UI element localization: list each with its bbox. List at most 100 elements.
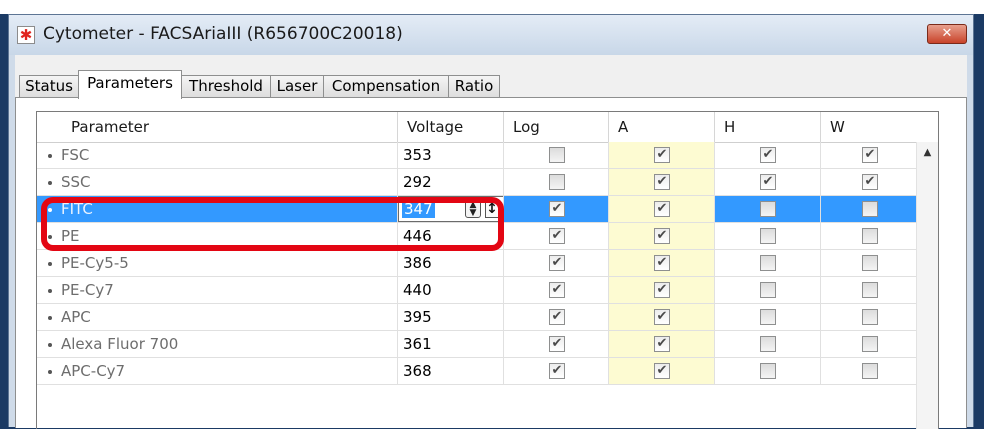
a-checkbox[interactable]	[654, 363, 670, 379]
h-checkbox[interactable]	[760, 255, 776, 271]
voltage-cell[interactable]: 353	[397, 142, 503, 168]
w-checkbox[interactable]	[862, 309, 878, 325]
w-checkbox[interactable]	[862, 363, 878, 379]
row-bullet-icon	[48, 289, 52, 293]
voltage-value: 292	[403, 173, 432, 191]
a-cell	[608, 250, 714, 276]
h-checkbox[interactable]	[760, 147, 776, 163]
log-checkbox[interactable]	[549, 309, 565, 325]
tab-ratio[interactable]: Ratio	[448, 75, 500, 98]
row-bullet-icon	[48, 208, 52, 212]
h-checkbox[interactable]	[760, 282, 776, 298]
close-button[interactable]: ✕	[927, 24, 967, 44]
voltage-cell[interactable]: 395	[397, 304, 503, 330]
cytometer-window: ✱ Cytometer - FACSAriaIII (R656700C20018…	[8, 14, 974, 429]
w-checkbox[interactable]	[862, 255, 878, 271]
table-row[interactable]: PE-Cy5-5 386	[37, 250, 938, 277]
parameter-name: PE-Cy7	[61, 281, 114, 299]
w-checkbox[interactable]	[862, 228, 878, 244]
table-row[interactable]: FITC 347 ▲ ▼ ↕	[37, 196, 938, 223]
column-header-log[interactable]: Log	[503, 112, 608, 142]
parameter-cell: APC-Cy7	[37, 358, 397, 384]
voltage-cell[interactable]: 292	[397, 169, 503, 195]
table-row[interactable]: PE 446	[37, 223, 938, 250]
voltage-cell[interactable]: 347 ▲ ▼ ↕	[397, 196, 504, 222]
parameters-panel: Parameter Voltage Log A H W FSC 353 SSC 292…	[15, 97, 967, 429]
log-checkbox[interactable]	[549, 147, 565, 163]
a-checkbox[interactable]	[654, 147, 670, 163]
h-cell	[714, 304, 820, 330]
parameter-name: APC	[61, 308, 91, 326]
parameter-cell: APC	[37, 304, 397, 330]
w-cell	[820, 331, 918, 357]
a-checkbox[interactable]	[654, 201, 670, 217]
voltage-value: 440	[403, 281, 432, 299]
a-checkbox[interactable]	[654, 282, 670, 298]
w-checkbox[interactable]	[862, 147, 878, 163]
h-checkbox[interactable]	[760, 363, 776, 379]
log-checkbox[interactable]	[549, 336, 565, 352]
table-row[interactable]: PE-Cy7 440	[37, 277, 938, 304]
table-row[interactable]: Alexa Fluor 700 361	[37, 331, 938, 358]
h-checkbox[interactable]	[760, 174, 776, 190]
spinner-arrows-icon[interactable]: ▲ ▼	[465, 200, 481, 218]
w-cell	[820, 304, 918, 330]
w-checkbox[interactable]	[862, 282, 878, 298]
a-cell	[608, 277, 714, 303]
vertical-scrollbar[interactable]: ▲	[916, 142, 938, 429]
h-checkbox[interactable]	[760, 336, 776, 352]
voltage-editor-input[interactable]: 347 ▲ ▼ ↕	[398, 196, 504, 222]
voltage-editor-value[interactable]: 347	[402, 200, 435, 218]
w-cell	[820, 169, 918, 195]
tab-parameters[interactable]: Parameters	[78, 70, 182, 99]
log-checkbox[interactable]	[549, 363, 565, 379]
tab-status[interactable]: Status	[19, 75, 79, 98]
a-checkbox[interactable]	[654, 174, 670, 190]
w-cell	[820, 358, 918, 384]
parameter-cell: PE-Cy5-5	[37, 250, 397, 276]
h-checkbox[interactable]	[760, 309, 776, 325]
a-checkbox[interactable]	[654, 336, 670, 352]
log-cell	[503, 196, 608, 222]
h-checkbox[interactable]	[760, 201, 776, 217]
a-cell	[608, 331, 714, 357]
table-row[interactable]: SSC 292	[37, 169, 938, 196]
parameters-grid: Parameter Voltage Log A H W FSC 353 SSC 292…	[36, 111, 939, 429]
table-row[interactable]: FSC 353	[37, 142, 938, 169]
title-bar[interactable]: ✱ Cytometer - FACSAriaIII (R656700C20018…	[9, 15, 973, 55]
w-checkbox[interactable]	[862, 336, 878, 352]
parameter-cell: PE-Cy7	[37, 277, 397, 303]
log-checkbox[interactable]	[549, 228, 565, 244]
voltage-cell[interactable]: 368	[397, 358, 503, 384]
grid-header: Parameter Voltage Log A H W	[37, 112, 938, 143]
table-row[interactable]: APC-Cy7 368	[37, 358, 938, 385]
w-checkbox[interactable]	[862, 201, 878, 217]
log-checkbox[interactable]	[549, 201, 565, 217]
voltage-cell[interactable]: 446	[397, 223, 503, 249]
voltage-cell[interactable]: 361	[397, 331, 503, 357]
log-cell	[503, 304, 608, 330]
log-checkbox[interactable]	[549, 174, 565, 190]
column-header-w[interactable]: W	[820, 112, 918, 142]
a-checkbox[interactable]	[654, 255, 670, 271]
log-checkbox[interactable]	[549, 255, 565, 271]
h-checkbox[interactable]	[760, 228, 776, 244]
step-toggle-icon[interactable]: ↕	[485, 200, 499, 218]
voltage-cell[interactable]: 386	[397, 250, 503, 276]
column-header-h[interactable]: H	[714, 112, 820, 142]
column-header-parameter[interactable]: Parameter	[37, 112, 397, 142]
tab-threshold[interactable]: Threshold	[181, 75, 271, 98]
column-header-a[interactable]: A	[608, 112, 714, 142]
scroll-up-arrow-icon[interactable]: ▲	[917, 142, 938, 164]
log-checkbox[interactable]	[549, 282, 565, 298]
a-checkbox[interactable]	[654, 228, 670, 244]
tab-laser[interactable]: Laser	[270, 75, 324, 98]
tab-compensation[interactable]: Compensation	[323, 75, 449, 98]
table-row[interactable]: APC 395	[37, 304, 938, 331]
a-checkbox[interactable]	[654, 309, 670, 325]
voltage-cell[interactable]: 440	[397, 277, 503, 303]
column-header-voltage[interactable]: Voltage	[397, 112, 503, 142]
w-checkbox[interactable]	[862, 174, 878, 190]
row-bullet-icon	[48, 235, 52, 239]
h-cell	[714, 331, 820, 357]
